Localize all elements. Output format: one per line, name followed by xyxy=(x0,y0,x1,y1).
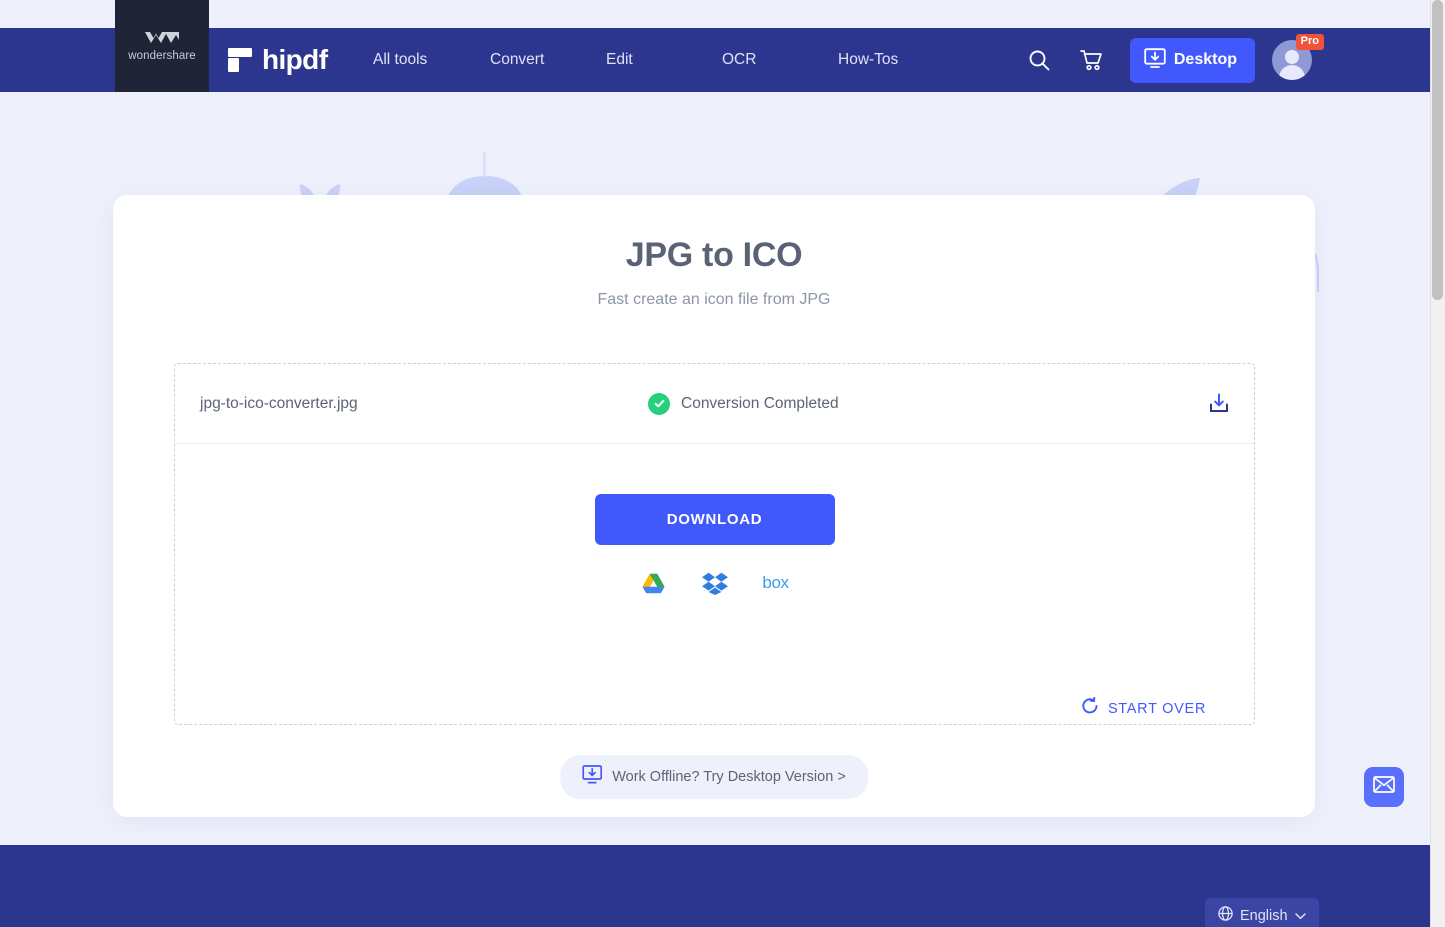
nav-item-ocr[interactable]: OCR xyxy=(722,43,838,77)
row-download-icon[interactable] xyxy=(1208,393,1230,415)
language-selector[interactable]: English xyxy=(1205,898,1319,927)
box-label: box xyxy=(762,573,789,592)
box-icon[interactable]: box xyxy=(762,571,790,595)
cart-icon[interactable] xyxy=(1073,41,1111,79)
pro-badge: Pro xyxy=(1295,34,1324,50)
hipdf-logo-icon xyxy=(228,48,252,72)
offline-pill-label: Work Offline? Try Desktop Version > xyxy=(612,769,846,785)
desktop-button-label: Desktop xyxy=(1173,51,1237,68)
nav-item-edit[interactable]: Edit xyxy=(606,43,722,77)
status-badge: Conversion Completed xyxy=(648,392,839,415)
nav-actions: Desktop Pro xyxy=(1020,34,1324,83)
file-row: jpg-to-ico-converter.jpg Conversion Comp… xyxy=(175,364,1254,444)
chevron-down-icon xyxy=(1294,907,1306,925)
page-subtitle: Fast create an icon file from JPG xyxy=(597,291,831,308)
start-over-button[interactable]: START OVER xyxy=(1081,696,1206,720)
top-strip xyxy=(0,0,1430,28)
nav-links: All tools Convert Edit OCR How-Tos xyxy=(373,43,898,77)
search-icon[interactable] xyxy=(1020,41,1058,79)
google-drive-icon[interactable] xyxy=(640,571,668,595)
wondershare-badge[interactable]: wondershare xyxy=(115,0,209,92)
offline-desktop-pill[interactable]: Work Offline? Try Desktop Version > xyxy=(560,755,868,799)
check-icon xyxy=(648,392,670,415)
main-navbar: hipdf All tools Convert Edit OCR How-Tos xyxy=(0,28,1430,92)
conversion-panel: jpg-to-ico-converter.jpg Conversion Comp… xyxy=(174,363,1255,725)
wondershare-label: wondershare xyxy=(128,49,196,62)
download-area: DOWNLOAD box START OVER xyxy=(175,444,1254,717)
download-button[interactable]: DOWNLOAD xyxy=(594,494,835,545)
wondershare-logo-icon xyxy=(145,31,179,43)
status-text: Conversion Completed xyxy=(681,394,839,412)
nav-item-all-tools[interactable]: All tools xyxy=(373,43,490,77)
globe-icon xyxy=(1218,906,1233,926)
desktop-icon xyxy=(1144,47,1166,73)
desktop-download-icon xyxy=(582,765,603,789)
cloud-upload-targets: box xyxy=(175,571,1254,595)
hipdf-logo[interactable]: hipdf xyxy=(228,44,328,76)
page-scrollbar-thumb[interactable] xyxy=(1432,0,1443,300)
page-root: wondershare hipdf All tools Convert Edit… xyxy=(0,0,1445,927)
nav-item-how-tos[interactable]: How-Tos xyxy=(838,43,898,77)
feedback-button[interactable] xyxy=(1364,767,1404,807)
tool-card: JPG to ICO Fast create an icon file from… xyxy=(113,195,1315,817)
start-over-label: START OVER xyxy=(1107,700,1206,717)
envelope-icon xyxy=(1373,776,1395,798)
desktop-download-button[interactable]: Desktop xyxy=(1129,37,1255,83)
user-avatar[interactable]: Pro xyxy=(1272,34,1324,80)
file-name: jpg-to-ico-converter.jpg xyxy=(200,394,358,412)
dropbox-icon[interactable] xyxy=(701,571,729,595)
refresh-icon xyxy=(1081,696,1099,720)
nav-item-convert[interactable]: Convert xyxy=(490,43,606,77)
page-title: JPG to ICO xyxy=(625,236,803,274)
language-label: English xyxy=(1240,908,1288,924)
hipdf-logo-text: hipdf xyxy=(262,44,328,75)
